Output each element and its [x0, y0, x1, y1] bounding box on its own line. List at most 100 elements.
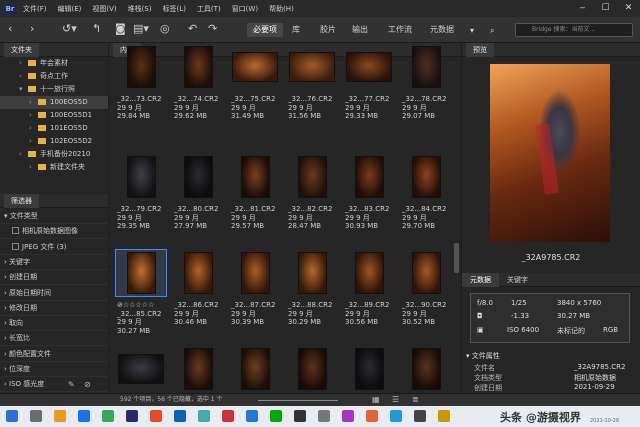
- tab-folders[interactable]: 文件夹: [4, 43, 39, 57]
- thumbnail-frame[interactable]: [172, 153, 224, 201]
- thumbnail-image[interactable]: [183, 156, 213, 198]
- refine-icon[interactable]: ▤▾: [133, 22, 149, 36]
- thumbnail-frame[interactable]: [115, 249, 167, 297]
- thumbnail-image[interactable]: [346, 52, 392, 82]
- filter-row[interactable]: 相机原始数据图像: [0, 224, 108, 240]
- workspace-filmstrip[interactable]: 胶片: [320, 23, 336, 37]
- folder-tree-item[interactable]: › 101EOS5D: [0, 122, 108, 135]
- expand-arrow-icon[interactable]: ›: [29, 135, 32, 148]
- filter-row[interactable]: › 关键字: [0, 255, 108, 270]
- pin-icon[interactable]: ✎: [68, 380, 75, 389]
- thumbnail-image[interactable]: [354, 252, 384, 294]
- tab-preview[interactable]: 预览: [466, 43, 494, 57]
- thumbnail-frame[interactable]: [229, 153, 281, 201]
- thumbnail-frame[interactable]: [286, 249, 338, 297]
- thumbnail-frame[interactable]: [400, 249, 452, 297]
- thumbnail-frame[interactable]: [343, 153, 395, 201]
- rating-stars[interactable]: ⊘☆☆☆☆☆: [117, 301, 161, 310]
- open-in-camera-raw-icon[interactable]: ◎: [160, 22, 170, 36]
- thumbnail-image[interactable]: [297, 348, 327, 390]
- grid-view-icon[interactable]: ▦: [372, 394, 380, 406]
- taskbar-app-icon[interactable]: [390, 410, 402, 422]
- thumbnail-image[interactable]: [240, 156, 270, 198]
- expand-arrow-icon[interactable]: ›: [19, 57, 22, 70]
- thumbnail-frame[interactable]: [229, 345, 281, 393]
- folder-tree-item[interactable]: ▾ 十一旅行照: [0, 83, 108, 96]
- minimize-button[interactable]: ‒: [571, 0, 594, 17]
- boomerang-icon[interactable]: ↰: [92, 22, 101, 36]
- thumbnail-frame[interactable]: [229, 249, 281, 297]
- thumbnail-cell[interactable]: _32...73.CR2 29 9 月 29.84 MB: [113, 43, 170, 125]
- taskbar-app-icon[interactable]: [222, 410, 234, 422]
- menu-item-7[interactable]: 帮助(H): [269, 4, 294, 14]
- workspace-library[interactable]: 库: [292, 23, 300, 37]
- thumbnail-image[interactable]: [297, 252, 327, 294]
- thumbnail-frame[interactable]: [400, 345, 452, 393]
- taskbar-app-icon[interactable]: [150, 410, 162, 422]
- search-input[interactable]: Bridge 搜索：当前文...: [515, 23, 633, 37]
- thumbnail-cell[interactable]: _32...88.CR2 29 9 月 30.29 MB: [284, 249, 341, 331]
- thumbnail-image[interactable]: [354, 348, 384, 390]
- camera-import-icon[interactable]: ◙: [115, 22, 126, 36]
- list-view-icon[interactable]: ≣: [412, 394, 419, 406]
- folder-tree-item[interactable]: › 奇点工作: [0, 70, 108, 83]
- filter-row[interactable]: ▾ 文件类型: [0, 209, 108, 224]
- filter-row[interactable]: › 颜色配置文件: [0, 347, 108, 362]
- filter-row[interactable]: › 长宽比: [0, 331, 108, 347]
- thumbnail-cell[interactable]: _32...90.CR2 29 9 月 30.52 MB: [398, 249, 455, 331]
- thumbnail-frame[interactable]: [343, 43, 395, 91]
- taskbar-app-icon[interactable]: [6, 410, 18, 422]
- taskbar-app-icon[interactable]: [78, 410, 90, 422]
- taskbar-app-icon[interactable]: [342, 410, 354, 422]
- taskbar-app-icon[interactable]: [126, 410, 138, 422]
- taskbar-app-icon[interactable]: [198, 410, 210, 422]
- workspace-workflow[interactable]: 工作流: [388, 23, 412, 37]
- menu-item-6[interactable]: 窗口(W): [232, 4, 258, 14]
- taskbar-app-icon[interactable]: [294, 410, 306, 422]
- thumbnail-frame[interactable]: [343, 249, 395, 297]
- thumbnail-image[interactable]: [232, 52, 278, 82]
- thumbnail-image[interactable]: [126, 46, 156, 88]
- thumbnail-image[interactable]: [297, 156, 327, 198]
- thumbnail-frame[interactable]: [115, 345, 167, 393]
- filter-row[interactable]: › 原始日期时间: [0, 286, 108, 301]
- thumbnail-image[interactable]: [183, 46, 213, 88]
- thumbnail-cell[interactable]: _32...86.CR2 29 9 月 30.46 MB: [170, 249, 227, 331]
- expand-arrow-icon[interactable]: ›: [19, 70, 22, 83]
- tab-keywords[interactable]: 关键字: [499, 276, 536, 284]
- taskbar-app-icon[interactable]: [414, 410, 426, 422]
- thumbnail-image[interactable]: [126, 252, 156, 294]
- thumbnail-cell[interactable]: _32...84.CR2 29 9 月 29.70 MB: [398, 153, 455, 235]
- folder-tree-item[interactable]: › 手机备份20210: [0, 148, 108, 161]
- thumbnail-cell[interactable]: _32...87.CR2 29 9 月 30.39 MB: [227, 249, 284, 331]
- thumbnail-size-slider[interactable]: [258, 400, 338, 401]
- thumbnail-image[interactable]: [126, 156, 156, 198]
- menu-item-5[interactable]: 工具(T): [197, 4, 221, 14]
- maximize-button[interactable]: ☐: [594, 0, 617, 17]
- thumbnail-frame[interactable]: [115, 43, 167, 91]
- filter-row[interactable]: › 取向: [0, 316, 108, 332]
- expand-arrow-icon[interactable]: ▾: [19, 83, 23, 96]
- thumbnail-frame[interactable]: [400, 43, 452, 91]
- taskbar-app-icon[interactable]: [174, 410, 186, 422]
- workspace-metadata[interactable]: 元数据: [430, 23, 454, 37]
- tab-metadata[interactable]: 元数据: [462, 273, 499, 287]
- rotate-right-icon[interactable]: ↷: [208, 22, 217, 36]
- taskbar-app-icon[interactable]: [270, 410, 282, 422]
- workspace-menu-icon[interactable]: ▾: [470, 24, 474, 38]
- workspace-output[interactable]: 输出: [352, 23, 368, 37]
- thumbnail-cell[interactable]: _32...80.CR2 29 9 月 27.97 MB: [170, 153, 227, 235]
- thumbnail-image[interactable]: [183, 348, 213, 390]
- thumbnail-cell[interactable]: _32...81.CR2 29 9 月 29.57 MB: [227, 153, 284, 235]
- expand-arrow-icon[interactable]: ›: [19, 148, 22, 161]
- filter-checkbox[interactable]: [12, 242, 19, 250]
- thumbnail-frame[interactable]: [400, 153, 452, 201]
- thumbnail-frame[interactable]: [172, 249, 224, 297]
- thumbnail-image[interactable]: [411, 46, 441, 88]
- taskbar-app-icon[interactable]: [246, 410, 258, 422]
- thumbnail-image[interactable]: [411, 252, 441, 294]
- clear-filter-icon[interactable]: ⊘: [84, 380, 91, 389]
- thumbnail-frame[interactable]: [286, 153, 338, 201]
- menu-item-0[interactable]: 文件(F): [23, 4, 47, 14]
- filter-row[interactable]: › 位深度: [0, 362, 108, 377]
